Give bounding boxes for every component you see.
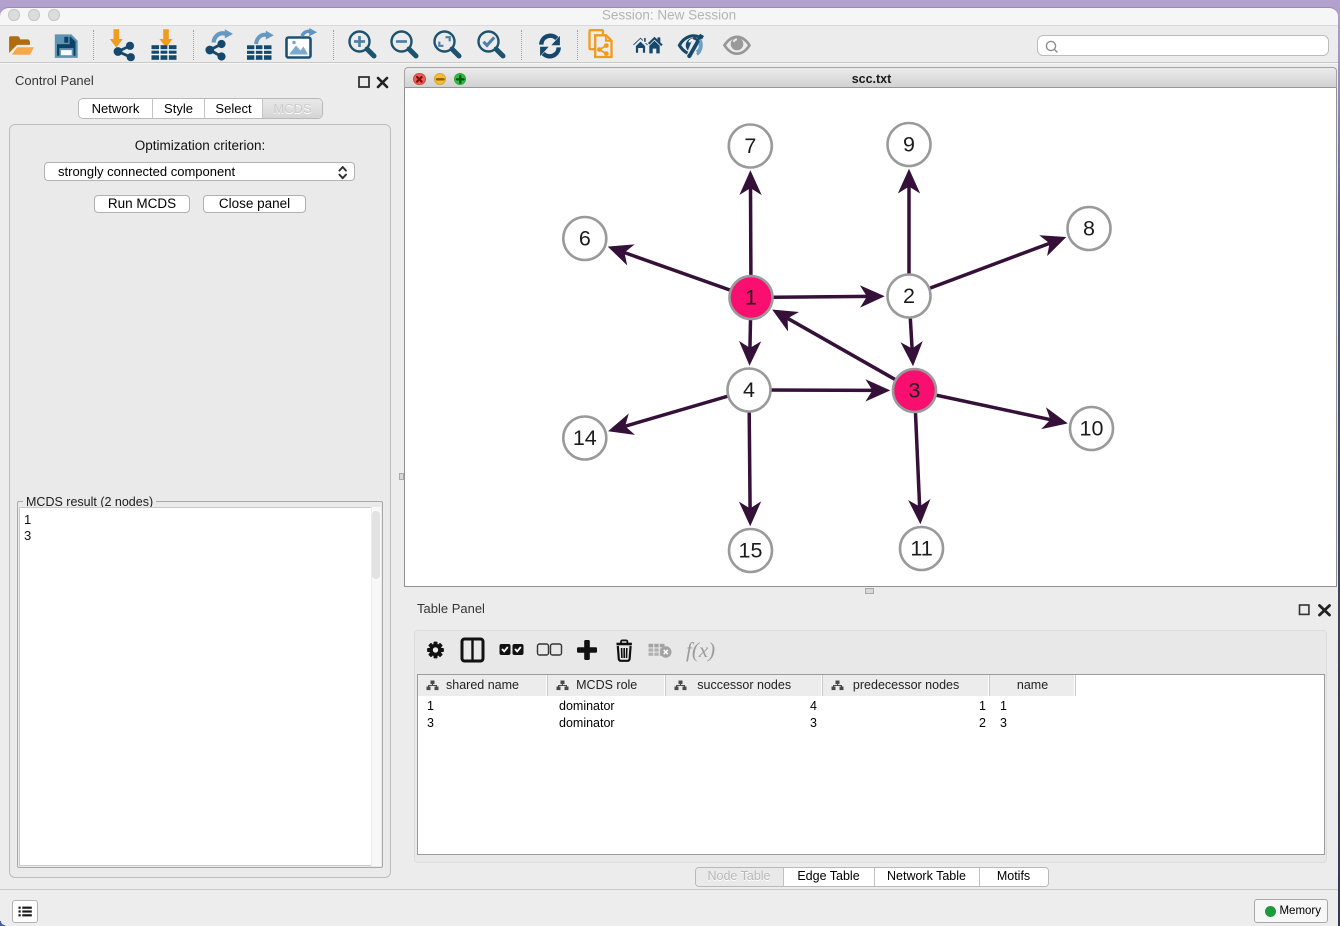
- svg-text:8: 8: [1083, 217, 1095, 241]
- svg-text:11: 11: [910, 537, 932, 561]
- svg-text:6: 6: [579, 227, 591, 251]
- svg-text:10: 10: [1080, 417, 1104, 441]
- svg-text:14: 14: [573, 426, 597, 450]
- svg-text:15: 15: [739, 539, 763, 563]
- svg-text:1: 1: [745, 286, 757, 310]
- svg-text:2: 2: [903, 284, 915, 308]
- svg-text:9: 9: [903, 133, 915, 157]
- svg-text:f(x): f(x): [686, 638, 715, 662]
- svg-text:7: 7: [744, 134, 756, 158]
- svg-text:3: 3: [909, 379, 921, 403]
- svg-text:4: 4: [743, 378, 755, 402]
